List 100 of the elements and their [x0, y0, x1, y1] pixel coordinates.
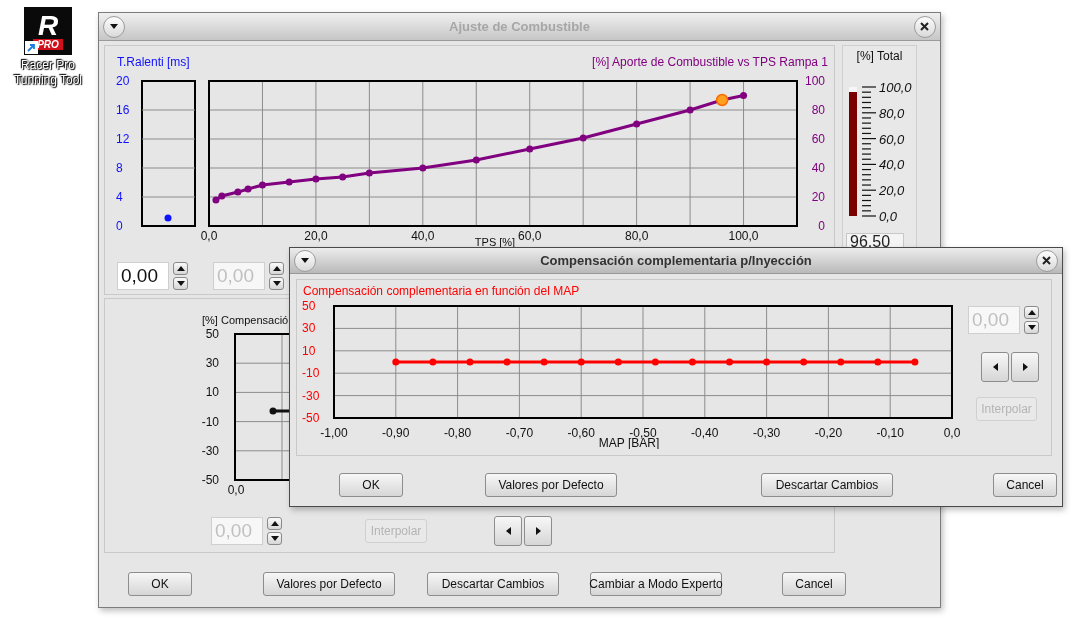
caret-left-icon — [992, 363, 998, 371]
window-title: Ajuste de Combustible — [449, 19, 590, 34]
dialog-button[interactable]: Valores por Defecto — [263, 572, 395, 596]
axis-tick-label: -1,00 — [320, 426, 348, 440]
window-menu-button[interactable] — [103, 15, 125, 38]
scale-label: 0,0 — [879, 209, 898, 224]
data-point[interactable] — [312, 175, 320, 183]
axis-tick-label: -10 — [302, 366, 320, 381]
axis-tick-label: 0,0 — [943, 426, 961, 440]
caret-up-icon — [272, 266, 281, 271]
data-point[interactable] — [419, 164, 427, 172]
axis-tick-label: 20 — [811, 190, 825, 204]
caret-down-icon — [1027, 325, 1036, 330]
scale-label: 80,0 — [879, 105, 905, 121]
data-point[interactable] — [365, 169, 373, 177]
spin-up-button[interactable] — [267, 517, 282, 530]
caret-up-icon — [270, 521, 279, 526]
data-point[interactable] — [244, 185, 252, 193]
axis-tick-label: 80 — [811, 103, 825, 117]
data-point[interactable] — [740, 92, 748, 99]
spin-up-button[interactable] — [173, 262, 188, 275]
axis-tick-label: 20,0 — [304, 229, 328, 243]
dialog-button[interactable]: Cambiar a Modo Experto — [590, 572, 722, 596]
axis-tick-label: 50 — [205, 327, 219, 341]
axis-tick-label: 0,0 — [200, 229, 218, 243]
axis-tick-label: 0 — [116, 219, 123, 233]
previous-button[interactable] — [494, 516, 522, 546]
axis-tick-label: -50 — [302, 411, 320, 425]
data-point[interactable] — [526, 145, 534, 153]
close-button[interactable] — [914, 15, 936, 38]
next-button[interactable] — [524, 516, 552, 546]
spin-up-button[interactable] — [269, 262, 284, 275]
axis-tick-label: 100 — [804, 74, 825, 88]
spin-down-button[interactable] — [1024, 321, 1039, 334]
axis-tick-label: -10 — [201, 414, 219, 429]
data-point[interactable] — [339, 173, 347, 181]
spin-up-button[interactable] — [1024, 306, 1039, 319]
data-point[interactable] — [579, 134, 587, 142]
selected-data-point[interactable] — [715, 93, 729, 107]
dialog-button[interactable]: Valores por Defecto — [485, 473, 617, 497]
data-point[interactable] — [472, 156, 480, 164]
window-title: Compensación complementaria p/Inyección — [540, 253, 812, 268]
spin-down-button[interactable] — [269, 277, 284, 290]
caret-right-icon — [535, 527, 541, 535]
axis-title: T.Ralenti [ms] — [117, 55, 190, 71]
axis-tick-label: 0,0 — [227, 483, 245, 497]
previous-button[interactable] — [981, 352, 1009, 382]
caret-down-icon — [301, 258, 309, 263]
shortcut-arrow-icon — [25, 41, 38, 54]
spin-down-button[interactable] — [267, 532, 282, 545]
axis-tick-label: 50 — [302, 299, 316, 313]
data-point[interactable] — [285, 178, 293, 186]
axis-tick-label: 10 — [205, 385, 219, 400]
axis-tick-label: -0,30 — [752, 426, 781, 440]
axis-tick-label: -30 — [302, 388, 320, 403]
scale-label: 40,0 — [879, 157, 905, 173]
axis-tick-label: 30 — [205, 356, 219, 371]
axis-tick-label: -0,20 — [814, 426, 843, 440]
axis-tick-label: -50 — [201, 473, 219, 487]
axis-tick-label: 4 — [116, 190, 123, 204]
caret-up-icon — [1027, 310, 1036, 315]
dialog-button[interactable]: OK — [339, 473, 403, 497]
data-point[interactable] — [633, 120, 641, 128]
caret-down-icon — [176, 281, 185, 286]
axis-tick-label: 40 — [811, 161, 825, 175]
axis-tick-label: 30 — [302, 321, 316, 336]
axis-tick-label: 10 — [302, 343, 316, 358]
number-field[interactable]: 0,00 — [117, 262, 169, 290]
close-icon — [1042, 256, 1052, 265]
dialog-button[interactable]: OK — [128, 572, 192, 596]
data-point[interactable] — [686, 106, 694, 114]
close-icon — [920, 22, 930, 31]
logo-letter: R — [37, 12, 59, 39]
axis-tick-label: 100,0 — [728, 229, 759, 243]
dialog-button[interactable]: Descartar Cambios — [761, 473, 893, 497]
data-point[interactable] — [258, 181, 266, 189]
caret-up-icon — [176, 266, 185, 271]
data-point[interactable] — [269, 407, 277, 415]
spin-down-button[interactable] — [173, 277, 188, 290]
scale-label: 20,0 — [879, 183, 905, 199]
scale-label: 60,0 — [879, 131, 905, 147]
app-logo[interactable]: R PRO — [24, 7, 72, 55]
data-point[interactable] — [218, 192, 226, 200]
caret-right-icon — [1022, 363, 1028, 371]
dialog-button[interactable]: Cancel — [993, 473, 1057, 497]
dialog-button[interactable]: Cancel — [782, 572, 846, 596]
close-button[interactable] — [1036, 249, 1058, 272]
data-point[interactable] — [164, 214, 172, 222]
axis-tick-label: -0,40 — [691, 426, 719, 440]
axis-tick-label: 0 — [818, 219, 825, 233]
next-button[interactable] — [1011, 352, 1039, 382]
window-menu-button[interactable] — [294, 249, 316, 272]
chart-title: [%] Compensació — [202, 314, 289, 326]
dialog-button[interactable]: Descartar Cambios — [427, 572, 559, 596]
caret-down-icon — [270, 536, 279, 541]
chart-title: Compensación complementaria en función del MAP — [302, 283, 581, 299]
axis-tick-label: 60 — [811, 132, 825, 146]
data-point[interactable] — [212, 196, 220, 204]
data-point[interactable] — [234, 188, 242, 196]
app-label[interactable]: Racer Pro Tunning Tool — [6, 58, 90, 88]
